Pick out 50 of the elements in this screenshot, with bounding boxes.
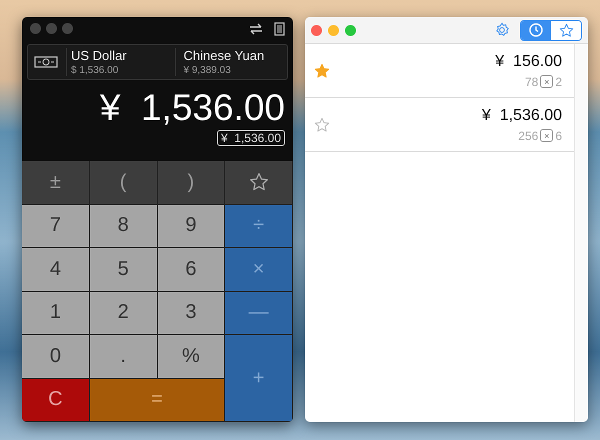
calculator-key[interactable]: ( (90, 161, 158, 204)
history-result: ¥ 156.00 (495, 52, 562, 70)
calculator-key[interactable]: ) (158, 161, 226, 204)
minimize-button[interactable] (328, 24, 339, 36)
source-currency-name: US Dollar (71, 48, 128, 63)
banknote-icon (34, 56, 58, 68)
favorite-star-icon[interactable] (314, 116, 330, 132)
zoom-button[interactable] (345, 24, 356, 36)
calculator-key[interactable]: 8 (90, 204, 158, 248)
target-currency-amount: ¥ 9,389.03 (184, 65, 232, 76)
close-button[interactable] (311, 24, 322, 36)
operand: 256 (518, 128, 538, 142)
favorite-key[interactable] (225, 161, 293, 204)
swap-arrows-icon[interactable] (249, 22, 263, 34)
target-currency-name: Chinese Yuan (184, 48, 266, 63)
calculator-key[interactable]: 3 (158, 292, 226, 335)
source-currency-amount: $ 1,536.00 (71, 65, 120, 76)
settings-icon[interactable] (494, 22, 510, 38)
converted-amount-tag: ¥ 1,536.00 (216, 130, 285, 146)
calculator-key[interactable]: 0 (22, 335, 90, 378)
calculator-key[interactable]: % (158, 335, 226, 378)
history-result: ¥ 1,536.00 (482, 106, 562, 124)
document-icon[interactable] (274, 22, 285, 36)
operand: 6 (555, 128, 562, 142)
favorites-tab[interactable] (551, 20, 581, 40)
history-tab[interactable] (521, 20, 551, 40)
star-icon[interactable] (248, 172, 269, 192)
result-display: ¥ 1,536.00 (100, 86, 285, 130)
calculator-key[interactable]: 5 (90, 248, 158, 292)
zoom-button[interactable] (62, 23, 73, 34)
operand: 2 (555, 74, 562, 88)
star-icon[interactable] (558, 22, 574, 38)
calculator-key[interactable]: 7 (22, 204, 90, 248)
calculator-key[interactable]: = (90, 378, 226, 422)
operator-symbol: × (540, 129, 554, 142)
calculator-key[interactable]: C (22, 378, 90, 422)
calculator-key[interactable]: 1 (22, 292, 90, 335)
operand: 78 (524, 74, 538, 88)
close-button[interactable] (30, 23, 41, 34)
calculator-key[interactable]: 2 (90, 292, 158, 335)
operator-symbol: × (540, 75, 554, 88)
calculator-key[interactable]: ± (22, 161, 90, 204)
calculator-key[interactable]: 9 (158, 204, 226, 248)
calculator-key[interactable]: 4 (22, 248, 90, 292)
favorite-star-icon[interactable] (314, 62, 330, 78)
currency-pair-bar[interactable]: US Dollar $ 1,536.00 Chinese Yuan ¥ 9,389.03 (27, 44, 288, 80)
clock-icon (529, 23, 543, 37)
minimize-button[interactable] (46, 23, 57, 34)
calculator-key[interactable]: . (90, 335, 158, 378)
calculator-key[interactable]: 6 (158, 248, 226, 292)
